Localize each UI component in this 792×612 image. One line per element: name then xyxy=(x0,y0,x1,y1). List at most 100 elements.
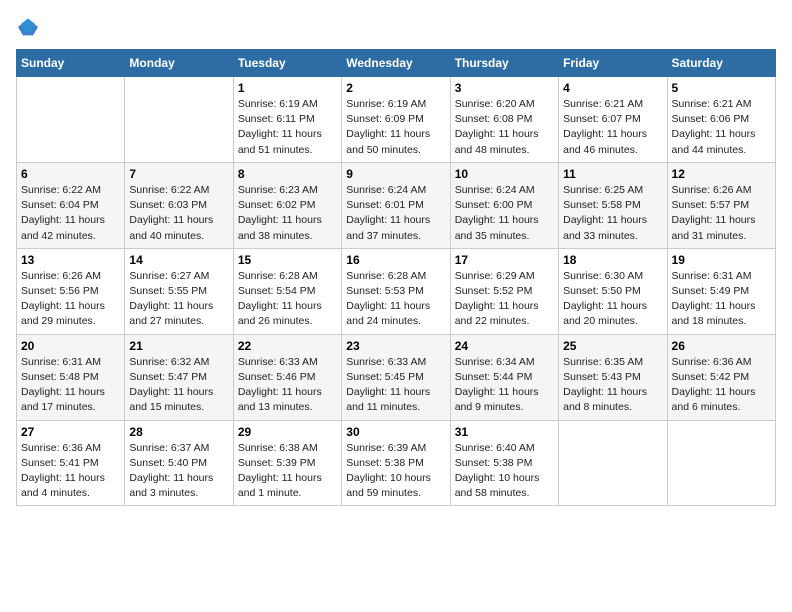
calendar-cell: 14 Sunrise: 6:27 AM Sunset: 5:55 PM Dayli… xyxy=(125,248,233,334)
day-detail: Sunrise: 6:36 AM Sunset: 5:41 PM Dayligh… xyxy=(21,441,120,502)
calendar-header-friday: Friday xyxy=(559,50,667,77)
day-number: 19 xyxy=(672,253,771,267)
day-number: 9 xyxy=(346,167,445,181)
calendar-cell: 29 Sunrise: 6:38 AM Sunset: 5:39 PM Dayli… xyxy=(233,420,341,506)
calendar-cell: 3 Sunrise: 6:20 AM Sunset: 6:08 PM Daylig… xyxy=(450,77,558,163)
calendar-header-saturday: Saturday xyxy=(667,50,775,77)
calendar-cell: 30 Sunrise: 6:39 AM Sunset: 5:38 PM Dayli… xyxy=(342,420,450,506)
day-detail: Sunrise: 6:38 AM Sunset: 5:39 PM Dayligh… xyxy=(238,441,337,502)
calendar-cell xyxy=(667,420,775,506)
day-detail: Sunrise: 6:21 AM Sunset: 6:07 PM Dayligh… xyxy=(563,97,662,158)
day-detail: Sunrise: 6:33 AM Sunset: 5:46 PM Dayligh… xyxy=(238,355,337,416)
calendar-cell: 5Sunrise: 6:21 AM Sunset: 6:06 PM Daylig… xyxy=(667,77,775,163)
day-number: 21 xyxy=(129,339,228,353)
calendar-cell: 9Sunrise: 6:24 AM Sunset: 6:01 PM Daylig… xyxy=(342,162,450,248)
day-number: 7 xyxy=(129,167,228,181)
day-detail: Sunrise: 6:25 AM Sunset: 5:58 PM Dayligh… xyxy=(563,183,662,244)
day-number: 2 xyxy=(346,81,445,95)
calendar-cell: 1Sunrise: 6:19 AM Sunset: 6:11 PM Daylig… xyxy=(233,77,341,163)
day-detail: Sunrise: 6:39 AM Sunset: 5:38 PM Dayligh… xyxy=(346,441,445,502)
day-detail: Sunrise: 6:22 AM Sunset: 6:03 PM Dayligh… xyxy=(129,183,228,244)
day-detail: Sunrise: 6:30 AM Sunset: 5:50 PM Dayligh… xyxy=(563,269,662,330)
calendar-cell: 20 Sunrise: 6:31 AM Sunset: 5:48 PM Dayli… xyxy=(17,334,125,420)
day-detail: Sunrise: 6:22 AM Sunset: 6:04 PM Dayligh… xyxy=(21,183,120,244)
calendar-cell: 4 Sunrise: 6:21 AM Sunset: 6:07 PM Daylig… xyxy=(559,77,667,163)
calendar-header-tuesday: Tuesday xyxy=(233,50,341,77)
calendar-week-1: 1Sunrise: 6:19 AM Sunset: 6:11 PM Daylig… xyxy=(17,77,776,163)
day-detail: Sunrise: 6:26 AM Sunset: 5:56 PM Dayligh… xyxy=(21,269,120,330)
day-number: 26 xyxy=(672,339,771,353)
day-detail: Sunrise: 6:37 AM Sunset: 5:40 PM Dayligh… xyxy=(129,441,228,502)
calendar-cell: 27 Sunrise: 6:36 AM Sunset: 5:41 PM Dayli… xyxy=(17,420,125,506)
day-detail: Sunrise: 6:31 AM Sunset: 5:48 PM Dayligh… xyxy=(21,355,120,416)
calendar-cell: 17 Sunrise: 6:29 AM Sunset: 5:52 PM Dayli… xyxy=(450,248,558,334)
calendar-cell: 11Sunrise: 6:25 AM Sunset: 5:58 PM Dayli… xyxy=(559,162,667,248)
day-detail: Sunrise: 6:31 AM Sunset: 5:49 PM Dayligh… xyxy=(672,269,771,330)
calendar-cell: 21 Sunrise: 6:32 AM Sunset: 5:47 PM Dayli… xyxy=(125,334,233,420)
day-number: 28 xyxy=(129,425,228,439)
day-number: 6 xyxy=(21,167,120,181)
day-number: 20 xyxy=(21,339,120,353)
day-number: 30 xyxy=(346,425,445,439)
day-detail: Sunrise: 6:29 AM Sunset: 5:52 PM Dayligh… xyxy=(455,269,554,330)
calendar-cell: 23 Sunrise: 6:33 AM Sunset: 5:45 PM Dayli… xyxy=(342,334,450,420)
calendar-cell: 18Sunrise: 6:30 AM Sunset: 5:50 PM Dayli… xyxy=(559,248,667,334)
calendar-cell xyxy=(17,77,125,163)
calendar-cell: 7 Sunrise: 6:22 AM Sunset: 6:03 PM Daylig… xyxy=(125,162,233,248)
calendar-cell xyxy=(559,420,667,506)
day-number: 10 xyxy=(455,167,554,181)
day-number: 14 xyxy=(129,253,228,267)
calendar-header-thursday: Thursday xyxy=(450,50,558,77)
calendar-cell: 28 Sunrise: 6:37 AM Sunset: 5:40 PM Dayli… xyxy=(125,420,233,506)
logo xyxy=(16,16,44,37)
day-detail: Sunrise: 6:21 AM Sunset: 6:06 PM Dayligh… xyxy=(672,97,771,158)
day-number: 12 xyxy=(672,167,771,181)
calendar-header-row: SundayMondayTuesdayWednesdayThursdayFrid… xyxy=(17,50,776,77)
calendar-week-3: 13Sunrise: 6:26 AM Sunset: 5:56 PM Dayli… xyxy=(17,248,776,334)
day-detail: Sunrise: 6:26 AM Sunset: 5:57 PM Dayligh… xyxy=(672,183,771,244)
day-number: 23 xyxy=(346,339,445,353)
day-number: 31 xyxy=(455,425,554,439)
day-number: 8 xyxy=(238,167,337,181)
day-detail: Sunrise: 6:33 AM Sunset: 5:45 PM Dayligh… xyxy=(346,355,445,416)
day-detail: Sunrise: 6:32 AM Sunset: 5:47 PM Dayligh… xyxy=(129,355,228,416)
calendar-cell: 31 Sunrise: 6:40 AM Sunset: 5:38 PM Dayli… xyxy=(450,420,558,506)
calendar-cell: 2 Sunrise: 6:19 AM Sunset: 6:09 PM Daylig… xyxy=(342,77,450,163)
day-number: 4 xyxy=(563,81,662,95)
calendar-cell: 15 Sunrise: 6:28 AM Sunset: 5:54 PM Dayli… xyxy=(233,248,341,334)
calendar-week-5: 27 Sunrise: 6:36 AM Sunset: 5:41 PM Dayli… xyxy=(17,420,776,506)
calendar-week-4: 20 Sunrise: 6:31 AM Sunset: 5:48 PM Dayli… xyxy=(17,334,776,420)
day-detail: Sunrise: 6:35 AM Sunset: 5:43 PM Dayligh… xyxy=(563,355,662,416)
day-detail: Sunrise: 6:19 AM Sunset: 6:09 PM Dayligh… xyxy=(346,97,445,158)
calendar-cell xyxy=(125,77,233,163)
day-number: 1 xyxy=(238,81,337,95)
day-number: 25 xyxy=(563,339,662,353)
calendar-cell: 12 Sunrise: 6:26 AM Sunset: 5:57 PM Dayli… xyxy=(667,162,775,248)
calendar-table: SundayMondayTuesdayWednesdayThursdayFrid… xyxy=(16,49,776,506)
calendar-cell: 10Sunrise: 6:24 AM Sunset: 6:00 PM Dayli… xyxy=(450,162,558,248)
page-header xyxy=(16,16,776,37)
day-number: 3 xyxy=(455,81,554,95)
calendar-cell: 22 Sunrise: 6:33 AM Sunset: 5:46 PM Dayli… xyxy=(233,334,341,420)
day-number: 17 xyxy=(455,253,554,267)
day-detail: Sunrise: 6:20 AM Sunset: 6:08 PM Dayligh… xyxy=(455,97,554,158)
day-detail: Sunrise: 6:27 AM Sunset: 5:55 PM Dayligh… xyxy=(129,269,228,330)
calendar-header-monday: Monday xyxy=(125,50,233,77)
day-detail: Sunrise: 6:40 AM Sunset: 5:38 PM Dayligh… xyxy=(455,441,554,502)
calendar-cell: 24Sunrise: 6:34 AM Sunset: 5:44 PM Dayli… xyxy=(450,334,558,420)
day-number: 22 xyxy=(238,339,337,353)
calendar-cell: 25 Sunrise: 6:35 AM Sunset: 5:43 PM Dayli… xyxy=(559,334,667,420)
day-detail: Sunrise: 6:36 AM Sunset: 5:42 PM Dayligh… xyxy=(672,355,771,416)
day-number: 29 xyxy=(238,425,337,439)
calendar-cell: 16Sunrise: 6:28 AM Sunset: 5:53 PM Dayli… xyxy=(342,248,450,334)
day-number: 15 xyxy=(238,253,337,267)
calendar-cell: 6 Sunrise: 6:22 AM Sunset: 6:04 PM Daylig… xyxy=(17,162,125,248)
day-number: 24 xyxy=(455,339,554,353)
calendar-cell: 19 Sunrise: 6:31 AM Sunset: 5:49 PM Dayli… xyxy=(667,248,775,334)
calendar-cell: 8Sunrise: 6:23 AM Sunset: 6:02 PM Daylig… xyxy=(233,162,341,248)
day-number: 27 xyxy=(21,425,120,439)
calendar-header-sunday: Sunday xyxy=(17,50,125,77)
day-detail: Sunrise: 6:28 AM Sunset: 5:54 PM Dayligh… xyxy=(238,269,337,330)
day-detail: Sunrise: 6:28 AM Sunset: 5:53 PM Dayligh… xyxy=(346,269,445,330)
calendar-cell: 26 Sunrise: 6:36 AM Sunset: 5:42 PM Dayli… xyxy=(667,334,775,420)
